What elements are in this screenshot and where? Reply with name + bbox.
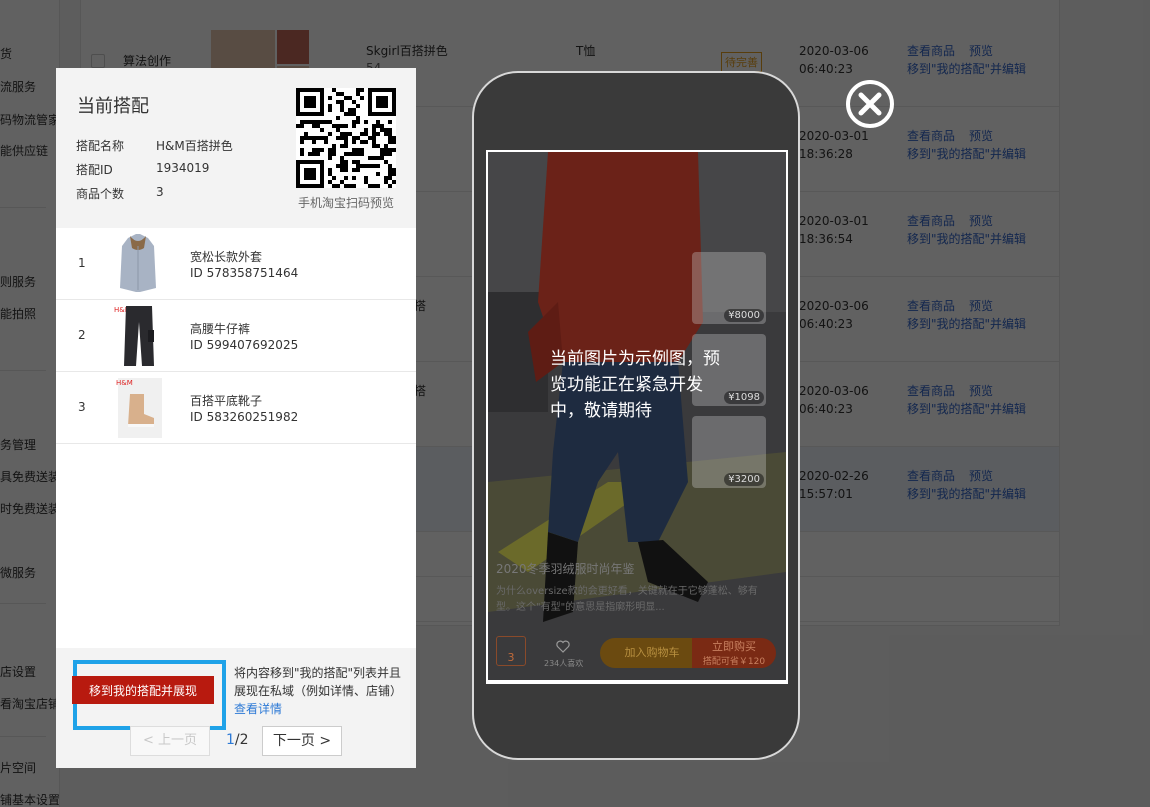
item-name: 百搭平底靴子 <box>190 394 263 408</box>
qr-caption: 手机淘宝扫码预览 <box>297 196 394 210</box>
phone-screen: ¥8000 ¥1098 ¥3200 当前图片为示例图，预览功能正在紧急开发中，敬… <box>486 150 788 684</box>
price-tag: ¥8000 <box>724 309 764 322</box>
product-card[interactable]: ¥3200 <box>692 416 766 488</box>
add-to-cart-button[interactable]: 加入购物车 <box>600 638 704 668</box>
meta-value: 3 <box>156 185 164 199</box>
meta-label: 商品个数 <box>76 187 125 201</box>
next-page-button[interactable]: 下一页 > <box>262 726 342 756</box>
current-outfit-panel: 当前搭配 搭配名称 H&M百搭拼色 搭配ID 1934019 商品个数 3 手机… <box>56 68 416 768</box>
heart-icon[interactable] <box>556 640 570 653</box>
item-index: 3 <box>78 400 86 414</box>
buy-now-button[interactable]: 立即购买搭配可省￥120 <box>692 638 776 668</box>
page-indicator: 1/2 <box>226 732 249 748</box>
jeans-icon: H&M <box>114 306 154 366</box>
meta-value: H&M百搭拼色 <box>156 139 233 153</box>
product-card[interactable]: ¥8000 <box>692 252 766 324</box>
panel-footer: 移到我的搭配并展现 将内容移到"我的搭配"列表并且展现在私域（例如详情、店铺） 查… <box>56 648 416 768</box>
buy-label: 立即购买 <box>712 640 756 653</box>
item-index: 2 <box>78 328 86 342</box>
price-tag: ¥3200 <box>724 473 764 486</box>
total-pages: /2 <box>234 732 249 748</box>
boots-icon: H&M <box>116 378 162 438</box>
item-name: 高腰牛仔裤 <box>190 322 251 336</box>
item-id: ID 599407692025 <box>190 338 299 352</box>
item-name: 宽松长款外套 <box>190 250 263 264</box>
view-details-link[interactable]: 查看详情 <box>234 702 282 716</box>
move-to-my-outfits-button[interactable]: 移到我的搭配并展现 <box>72 676 214 704</box>
phone-preview: ¥8000 ¥1098 ¥3200 当前图片为示例图，预览功能正在紧急开发中，敬… <box>472 71 800 760</box>
price-tag: ¥1098 <box>724 391 764 404</box>
item-index: 1 <box>78 256 86 270</box>
item-id: ID 583260251982 <box>190 410 299 424</box>
panel-header: 当前搭配 搭配名称 H&M百搭拼色 搭配ID 1934019 商品个数 3 手机… <box>56 68 416 228</box>
shopping-bag-icon[interactable]: 3 <box>496 636 526 666</box>
panel-title: 当前搭配 <box>77 96 149 117</box>
preview-notice: 当前图片为示例图，预览功能正在紧急开发中，敬请期待 <box>550 349 720 421</box>
footer-description: 将内容移到"我的搭配"列表并且展现在私域（例如详情、店铺） 查看详情 <box>234 664 410 718</box>
list-item[interactable]: 2 H&M 高腰牛仔裤 ID 599407692025 <box>56 300 416 372</box>
post-description: 为什么oversize款的会更好看，关键就在于它够蓬松、够有型。这个"有型"的意… <box>496 586 758 613</box>
footer-text: 将内容移到"我的搭配"列表并且展现在私域（例如详情、店铺） <box>234 666 403 698</box>
meta-label: 搭配名称 <box>76 139 125 153</box>
qr-code-icon <box>296 88 396 188</box>
meta-label: 搭配ID <box>76 163 113 177</box>
svg-text:H&M: H&M <box>116 379 133 387</box>
current-page: 1 <box>226 732 235 748</box>
item-id: ID 578358751464 <box>190 266 299 280</box>
likes-count: 234人喜欢 <box>544 659 584 668</box>
buy-sub: 搭配可省￥120 <box>702 657 766 667</box>
list-item[interactable]: 1 宽松长款外套 ID 578358751464 <box>56 228 416 300</box>
coat-icon <box>120 234 156 292</box>
outfit-item-list: 1 宽松长款外套 ID 578358751464 2 H&M 高腰牛仔裤 ID … <box>56 228 416 648</box>
meta-value: 1934019 <box>156 161 210 175</box>
close-icon[interactable] <box>845 79 895 129</box>
list-item[interactable]: 3 H&M 百搭平底靴子 ID 583260251982 <box>56 372 416 444</box>
prev-page-button[interactable]: < 上一页 <box>130 726 210 756</box>
post-title: 2020冬季羽绒服时尚年鉴 <box>496 562 635 576</box>
